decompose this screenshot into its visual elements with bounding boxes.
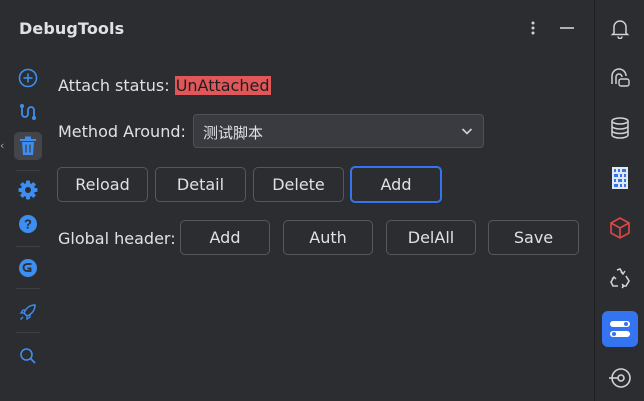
- method-around-value: 测试脚本: [203, 124, 264, 142]
- attach-status-row: Attach status: UnAttached: [58, 76, 271, 95]
- bell-icon: [610, 20, 630, 39]
- target-button[interactable]: [602, 360, 638, 396]
- add-script-button[interactable]: Add: [350, 166, 442, 203]
- search-icon: [20, 348, 36, 364]
- clear-button[interactable]: [14, 132, 42, 160]
- delete-button[interactable]: Delete: [253, 167, 344, 202]
- attach-status-badge: UnAttached: [174, 76, 271, 95]
- binary-file-icon: [612, 167, 628, 189]
- database-icon: [611, 117, 629, 139]
- target-icon: [609, 368, 631, 388]
- add-circle-icon: [18, 68, 38, 88]
- more-options-button[interactable]: [521, 16, 545, 40]
- toolbar-separator: [16, 332, 40, 333]
- notifications-button[interactable]: [602, 10, 638, 46]
- settings-button[interactable]: [14, 176, 42, 204]
- global-header-label: Global header:: [58, 229, 176, 248]
- reload-button[interactable]: Reload: [57, 167, 148, 202]
- vertical-ellipsis-icon: [531, 21, 535, 35]
- cube-button[interactable]: [602, 210, 638, 246]
- attach-status-label: Attach status:: [58, 76, 170, 95]
- binary-file-button[interactable]: [602, 160, 638, 196]
- recycle-icon: [610, 268, 630, 289]
- help-icon: ?: [19, 215, 37, 233]
- cube-icon: [610, 217, 630, 239]
- panel-title: DebugTools: [19, 19, 125, 38]
- debugtools-panel: DebugTools ‹ ? Attach status: UnAttached…: [0, 0, 594, 401]
- method-around-select[interactable]: 测试脚本: [193, 114, 484, 148]
- add-button[interactable]: [14, 64, 42, 92]
- recycle-button[interactable]: [602, 260, 638, 296]
- svg-text:?: ?: [24, 217, 32, 232]
- header-add-button[interactable]: Add: [180, 220, 270, 255]
- detail-button[interactable]: Detail: [155, 167, 246, 202]
- toolbar-separator: [16, 288, 40, 289]
- ai-assistant-button[interactable]: [602, 59, 638, 95]
- header-auth-button[interactable]: Auth: [283, 220, 373, 255]
- rocket-button[interactable]: [14, 298, 42, 326]
- gitee-icon: [19, 259, 37, 277]
- header-delall-button[interactable]: DelAll: [386, 220, 476, 255]
- route-icon: [20, 104, 36, 120]
- minimize-icon: [560, 27, 574, 29]
- method-around-label: Method Around:: [58, 122, 186, 141]
- search-button[interactable]: [14, 342, 42, 370]
- gitee-button[interactable]: [14, 254, 42, 282]
- left-toolbar: ?: [0, 60, 46, 401]
- gear-icon: [18, 180, 38, 200]
- help-button[interactable]: ?: [14, 210, 42, 238]
- toolbar-separator: [16, 246, 40, 247]
- ai-assistant-icon: [611, 68, 630, 87]
- debug-tools-button[interactable]: [602, 311, 638, 347]
- route-button[interactable]: [14, 98, 42, 126]
- debug-tools-icon: [610, 321, 630, 337]
- minimize-button[interactable]: [555, 16, 579, 40]
- right-toolbar: [595, 0, 644, 401]
- toolbar-separator: [16, 170, 40, 171]
- database-button[interactable]: [602, 110, 638, 146]
- chevron-down-icon: [461, 128, 473, 135]
- header-save-button[interactable]: Save: [488, 220, 579, 255]
- rocket-icon: [19, 304, 36, 321]
- trash-icon: [20, 136, 36, 155]
